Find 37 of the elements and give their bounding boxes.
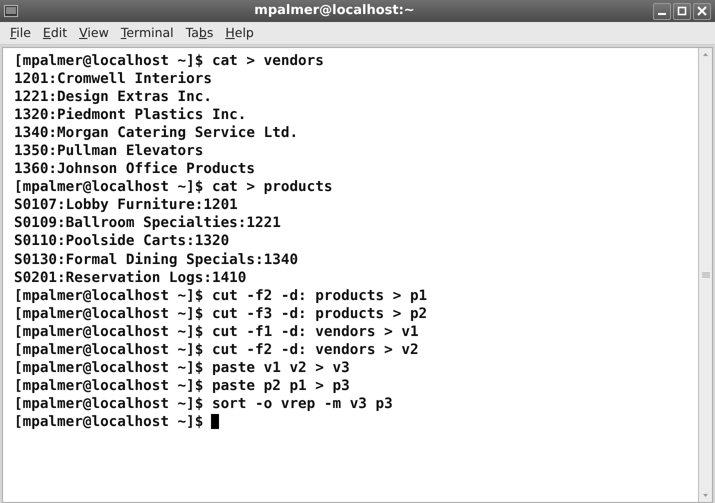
terminal-icon <box>4 5 18 17</box>
terminal-line: S0110:Poolside Carts:1320 <box>14 232 230 251</box>
maximize-button[interactable] <box>673 2 691 20</box>
menu-item[interactable]: View <box>79 24 109 42</box>
terminal-line: 1201:Cromwell Interiors <box>14 70 212 88</box>
terminal-line: S0107:Lobby Furniture:1201 <box>14 196 238 214</box>
terminal-line: [mpalmer@localhost ~]$ paste p2 p1 > p3 <box>14 376 350 395</box>
scrollbar[interactable] <box>698 48 712 502</box>
menu-item[interactable]: Edit <box>42 24 68 42</box>
menu-item[interactable]: Terminal <box>120 24 174 42</box>
maximize-icon <box>677 6 687 16</box>
terminal-line: 1360:Johnson Office Products <box>14 160 256 178</box>
terminal-line: 1340:Morgan Catering Service Ltd. <box>14 124 298 142</box>
menu-item[interactable]: Help <box>225 24 254 42</box>
terminal-line: S0109:Ballroom Specialties:1221 <box>14 214 281 232</box>
terminal-line: 1350:Pullman Elevators <box>14 142 204 160</box>
terminal-line: [mpalmer@localhost ~]$ cut -f3 -d: products > p2 <box>14 304 428 323</box>
close-button[interactable] <box>693 2 711 20</box>
minimize-icon <box>658 13 666 15</box>
menu-item[interactable]: Tabs <box>186 24 214 42</box>
minimize-button[interactable] <box>653 2 671 20</box>
terminal-line: [mpalmer@localhost ~]$ <box>14 412 204 431</box>
terminal-line: [mpalmer@localhost ~]$ cat > vendors <box>14 52 324 70</box>
terminal-line: [mpalmer@localhost ~]$ cut -f1 -d: vendors > v1 <box>14 322 419 341</box>
terminal-line: 1320:Piedmont Plastics Inc. <box>14 106 246 124</box>
terminal-line: [mpalmer@localhost ~]$ cut -f2 -d: vendors > v2 <box>14 340 419 359</box>
terminal-line: [mpalmer@localhost ~]$ cut -f2 -d: products > p1 <box>14 286 428 305</box>
terminal-line: S0130:Formal Dining Specials:1340 <box>14 250 298 269</box>
close-icon <box>697 6 707 16</box>
terminal-line: [mpalmer@localhost ~]$ sort -o vrep -m v3 p3 <box>14 394 393 413</box>
terminal-line: [mpalmer@localhost ~]$ paste v1 v2 > v3 <box>14 358 350 377</box>
terminal-line: [mpalmer@localhost ~]$ cat > products <box>14 178 332 196</box>
menu-item[interactable]: File <box>10 24 31 42</box>
window-title: mpalmer@localhost:~ <box>253 2 416 20</box>
terminal-line: 1221:Design Extras Inc. <box>14 88 212 106</box>
scroll-grip-icon[interactable] <box>702 272 710 278</box>
terminal-line: S0201:Reservation Logs:1410 <box>14 268 246 287</box>
